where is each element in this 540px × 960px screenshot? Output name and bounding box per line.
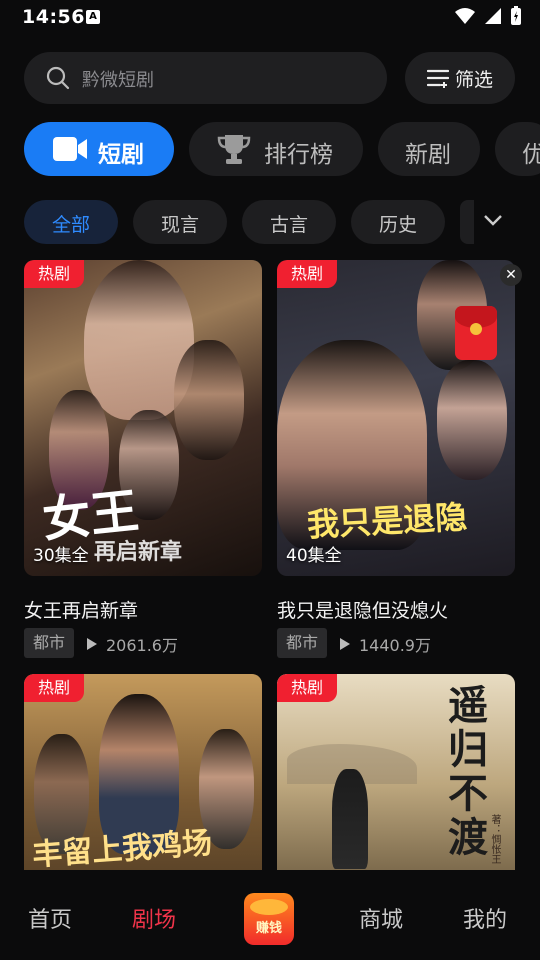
nav-earn-label: 赚钱 [255,921,282,936]
status-time: 14:56 [22,6,85,28]
search-placeholder: 黔微短剧 [82,70,154,91]
tab-new-drama[interactable]: 新剧 [378,122,480,176]
poster-title-art: 遥归不渡 [441,684,488,860]
nav-mall[interactable]: 商城 [359,902,403,934]
hot-badge: 热剧 [24,674,84,702]
poster-title-art: 我只是退隐 [306,497,469,545]
tab-label: 优 [522,142,540,168]
poster-author-art: 著：惆怅王 [489,814,500,864]
nav-theater[interactable]: 剧场 [132,902,176,934]
chevron-down-icon [484,215,502,226]
drama-title[interactable]: 女王再启新章 [24,596,138,623]
hot-badge: 热剧 [24,260,84,288]
search-bar[interactable]: 黔微短剧 [24,52,387,104]
filter-button[interactable]: 筛选 [405,52,515,104]
tab-label: 短剧 [98,142,144,168]
status-bar: 14:56 A [0,0,540,34]
expand-chips-button[interactable] [470,200,516,244]
tab-label: 排行榜 [264,142,333,168]
drama-card[interactable]: 遥归不渡 著：惆怅王 热剧 [277,674,515,870]
chip-history[interactable]: 历史 [351,200,445,244]
bottom-nav: 首页 剧场 赚钱 商城 我的 [0,870,540,960]
hot-badge: 热剧 [277,260,337,288]
tab-label: 新剧 [405,142,451,168]
drama-card[interactable]: 丰留上我鸡场 热剧 [24,674,262,870]
signal-icon [485,8,501,24]
filter-label: 筛选 [455,69,494,91]
red-packet-icon[interactable] [455,306,497,360]
nav-home[interactable]: 首页 [28,902,72,934]
drama-card[interactable]: 女王 再启新章 热剧 30集全 女王再启新章 都市 2061.6万 [24,260,262,660]
play-icon [340,638,350,650]
chip-all[interactable]: 全部 [24,200,118,244]
tab-short-drama[interactable]: 短剧 [24,122,174,176]
nav-earn-button[interactable]: 赚钱 [244,893,294,945]
episode-count: 40集全 [286,546,342,566]
notification-a-icon: A [86,10,100,24]
play-count-value: 1440.9万 [359,636,431,655]
episode-count: 30集全 [33,546,89,566]
battery-icon [511,6,521,25]
drama-poster[interactable]: 女王 再启新章 热剧 30集全 [24,260,262,576]
play-count: 1440.9万 [339,632,431,656]
play-count-value: 2061.6万 [106,636,178,655]
tab-more-cut[interactable]: 优 [495,122,540,176]
filter-icon [427,69,449,88]
drama-poster[interactable]: 丰留上我鸡场 热剧 [24,674,262,870]
coin-envelope-icon [250,899,288,915]
wifi-icon [455,8,475,24]
chip-label: 历史 [378,214,417,236]
play-count: 2061.6万 [86,632,178,656]
genre-tag: 都市 [24,628,75,658]
hot-badge: 热剧 [277,674,337,702]
video-camera-icon [53,137,87,161]
chip-ancient-romance[interactable]: 古言 [242,200,336,244]
nav-mine[interactable]: 我的 [463,902,507,934]
chip-modern-romance[interactable]: 现言 [133,200,227,244]
close-icon[interactable]: ✕ [500,264,522,286]
tab-ranking[interactable]: 排行榜 [189,122,363,176]
drama-title[interactable]: 我只是退隐但没熄火 [277,596,448,623]
poster-subtitle-art: 再启新章 [94,539,183,565]
chip-label: 全部 [51,214,90,236]
genre-tag: 都市 [277,628,328,658]
chip-label: 现言 [160,214,199,236]
search-icon [46,66,70,90]
chip-label: 古言 [269,214,308,236]
drama-poster[interactable]: 遥归不渡 著：惆怅王 热剧 [277,674,515,870]
trophy-icon [217,135,251,164]
play-icon [87,638,97,650]
